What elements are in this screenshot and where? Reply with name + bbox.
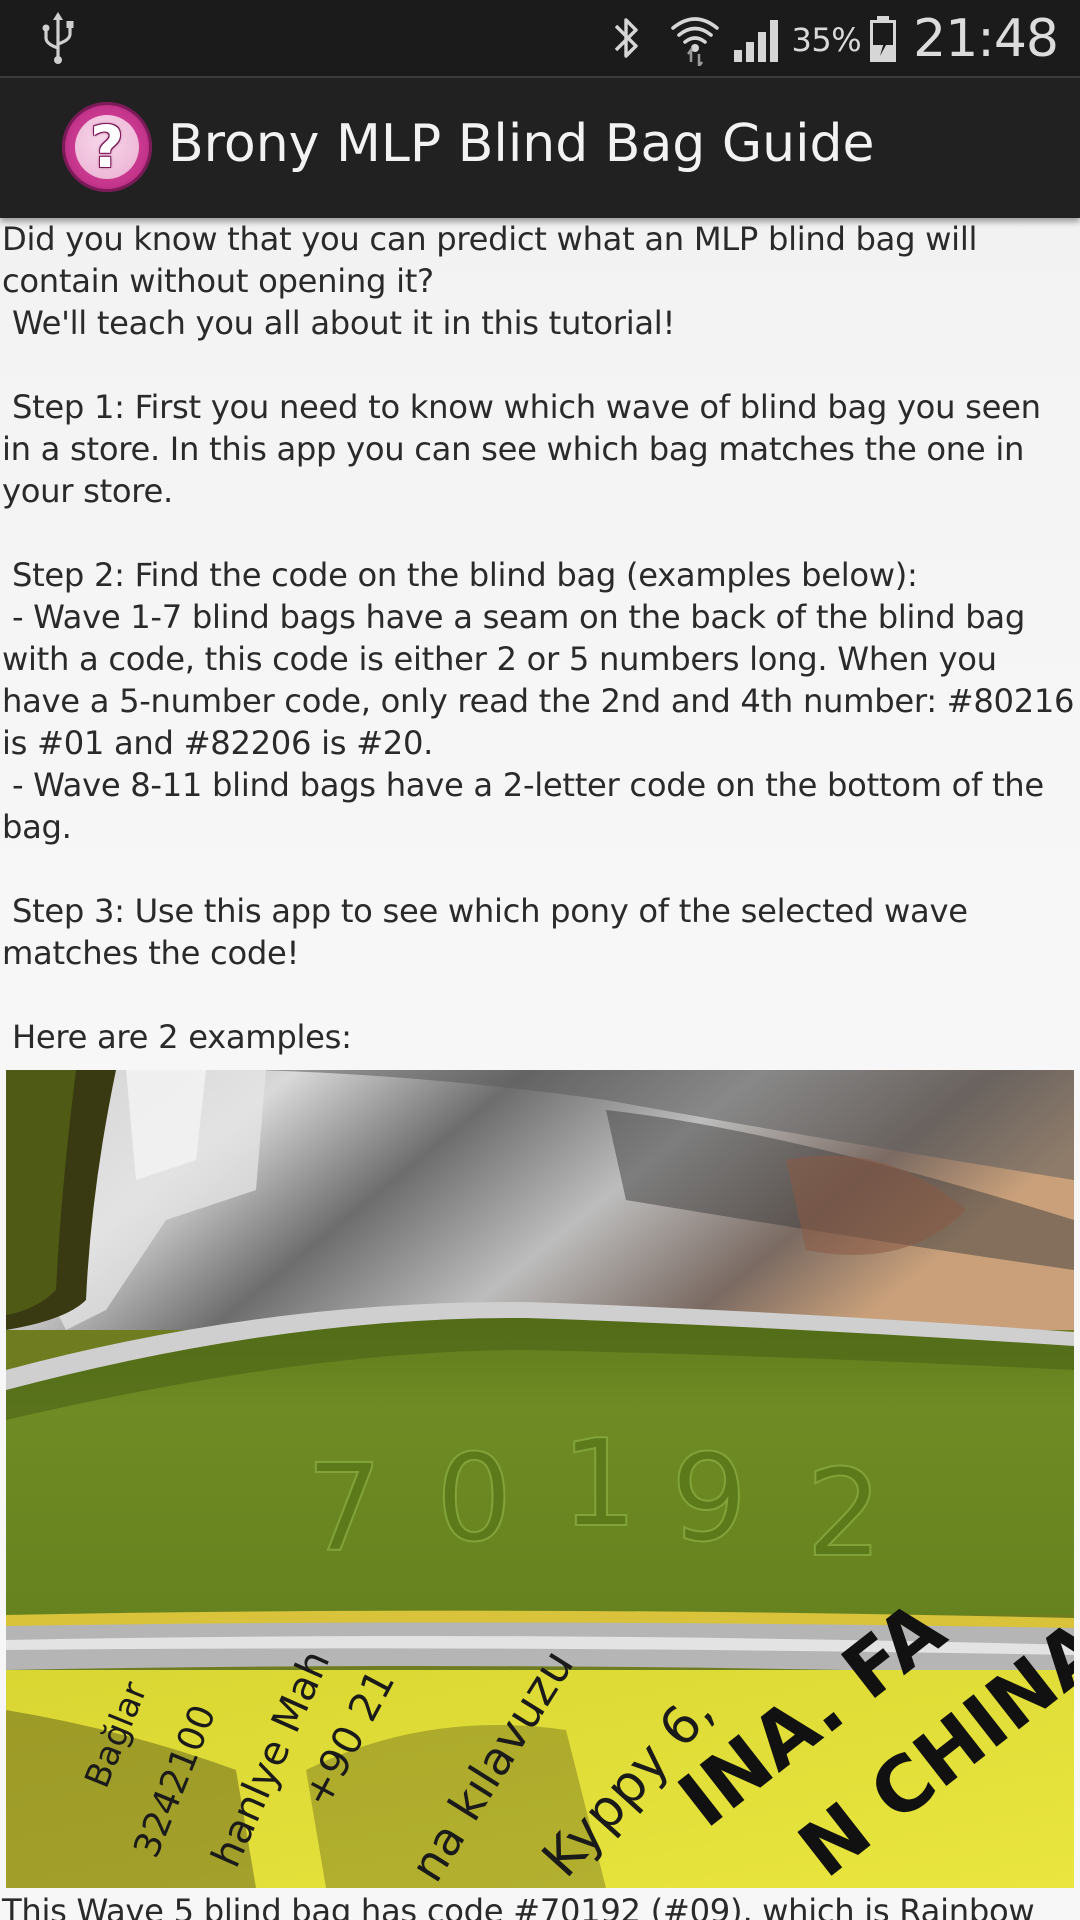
bag-photo-illustration: 7 0 1 9 2 INA. FA N CHINA Kyppy 6, na kı…: [6, 1070, 1074, 1888]
embossed-digit: 9: [671, 1430, 747, 1569]
embossed-digit: 1: [561, 1415, 637, 1554]
status-icons: 35% 21:48: [608, 0, 1059, 76]
example-photo-wave5-bag: 7 0 1 9 2 INA. FA N CHINA Kyppy 6, na kı…: [6, 1070, 1074, 1888]
usb-icon: [42, 12, 74, 64]
action-bar: ? Brony MLP Blind Bag Guide: [0, 76, 1080, 218]
clock: 21:48: [913, 9, 1059, 69]
battery-charging-icon: [870, 16, 897, 62]
app-screen: 35% 21:48 ? Brony MLP Blind Bag Guide Di…: [0, 0, 1080, 1920]
tutorial-content[interactable]: Did you know that you can predict what a…: [0, 218, 1080, 1920]
app-title: Brony MLP Blind Bag Guide: [168, 114, 875, 174]
battery-percentage: 35%: [791, 21, 862, 59]
example-caption: This Wave 5 blind bag has code #70192 (#…: [2, 1892, 1035, 1920]
status-bar: 35% 21:48: [0, 0, 1080, 76]
embossed-digit: 0: [436, 1430, 512, 1569]
embossed-digit: 2: [806, 1445, 882, 1584]
embossed-digit: 7: [306, 1440, 382, 1579]
signal-icon: [733, 20, 778, 62]
tutorial-text: Did you know that you can predict what a…: [2, 220, 1075, 1056]
bluetooth-icon: [614, 18, 638, 58]
wifi-icon: [670, 17, 719, 66]
question-mark-icon[interactable]: ?: [62, 102, 152, 192]
